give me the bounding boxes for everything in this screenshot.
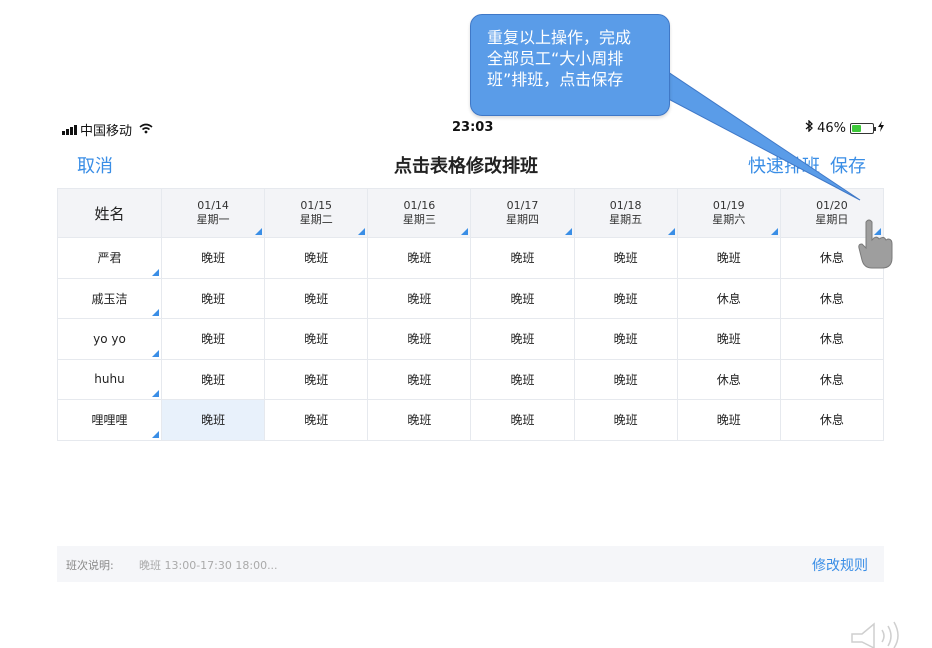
tutorial-callout: 重复以上操作，完成 全部员工“大小周排 班”排班，点击保存 (470, 14, 670, 116)
shift-cell[interactable]: 晚班 (367, 277, 472, 319)
shift-cell[interactable]: 晚班 (367, 237, 472, 279)
shift-cell[interactable]: 晚班 (573, 277, 678, 319)
day-date: 01/18 (609, 199, 642, 212)
shift-cell[interactable]: 晚班 (160, 358, 266, 400)
shift-cell[interactable]: 休息 (779, 277, 885, 319)
edit-rules-link[interactable]: 修改规则 (812, 555, 868, 575)
nav-actions: 快速排班 保存 (748, 152, 866, 178)
shift-cell[interactable]: 晚班 (264, 399, 369, 441)
employee-name-cell[interactable]: yo yo (57, 318, 162, 360)
shift-cell[interactable]: 晚班 (160, 399, 266, 441)
shift-cell[interactable]: 晚班 (264, 237, 369, 279)
day-date: 01/15 (300, 199, 333, 212)
shift-cell[interactable]: 晚班 (470, 237, 575, 279)
status-time: 23:03 (452, 120, 494, 135)
shift-cell[interactable]: 晚班 (264, 318, 369, 360)
speaker-icon (850, 620, 920, 648)
schedule-table: 姓名 01/14 星期一 01/15 星期二 01/16 星期三 01/17 星期四 01/18… (57, 188, 885, 441)
quick-schedule-button[interactable]: 快速排班 (748, 152, 820, 178)
shift-cell[interactable]: 晚班 (573, 399, 678, 441)
day-weekday: 星期三 (402, 213, 436, 226)
shift-cell[interactable]: 晚班 (676, 399, 781, 441)
shift-cell[interactable]: 晚班 (573, 358, 678, 400)
status-left: 中国移动 (62, 120, 153, 139)
table-row: 戚玉洁 晚班 晚班 晚班 晚班 晚班 休息 休息 (57, 277, 885, 319)
name-column-header: 姓名 (57, 188, 162, 238)
day-date: 01/20 (816, 199, 848, 212)
day-date: 01/16 (403, 199, 436, 212)
employee-name-cell[interactable]: huhu (57, 358, 162, 400)
callout-line-1: 重复以上操作，完成 (487, 28, 632, 47)
charging-icon (878, 120, 884, 136)
shift-cell[interactable]: 休息 (779, 318, 885, 360)
shift-cell[interactable]: 晚班 (160, 277, 266, 319)
status-right: 46% (805, 119, 884, 136)
day-column-header[interactable]: 01/15 星期二 (264, 188, 369, 238)
shift-cell[interactable]: 晚班 (367, 399, 472, 441)
save-button[interactable]: 保存 (830, 152, 866, 178)
table-header-row: 姓名 01/14 星期一 01/15 星期二 01/16 星期三 01/17 星期四 01/18… (57, 188, 885, 238)
table-row: 哩哩哩 晚班 晚班 晚班 晚班 晚班 晚班 休息 (57, 399, 885, 441)
battery-percent: 46% (817, 120, 846, 136)
shift-cell[interactable]: 晚班 (676, 237, 781, 279)
shift-cell[interactable]: 休息 (779, 399, 885, 441)
shift-cell[interactable]: 晚班 (367, 318, 472, 360)
day-column-header[interactable]: 01/18 星期五 (573, 188, 678, 238)
wifi-icon (139, 123, 153, 137)
shift-cell[interactable]: 晚班 (160, 318, 266, 360)
day-column-header[interactable]: 01/16 星期三 (367, 188, 472, 238)
shift-info-description: 晚班 13:00-17:30 18:00... (139, 559, 278, 572)
day-weekday: 星期五 (609, 213, 643, 226)
battery-icon (850, 122, 876, 134)
table-row: 严君 晚班 晚班 晚班 晚班 晚班 晚班 休息 (57, 237, 885, 279)
carrier-label: 中国移动 (80, 124, 133, 139)
shift-cell[interactable]: 晚班 (470, 358, 575, 400)
day-weekday: 星期六 (712, 213, 746, 226)
day-column-header[interactable]: 01/14 星期一 (160, 188, 266, 238)
shift-cell[interactable]: 晚班 (264, 358, 369, 400)
shift-cell[interactable]: 休息 (779, 358, 885, 400)
shift-info-bar: 班次说明: 晚班 13:00-17:30 18:00... 修改规则 (57, 546, 884, 582)
battery-fill (852, 124, 862, 132)
employee-name-cell[interactable]: 戚玉洁 (57, 277, 162, 319)
table-body: 严君 晚班 晚班 晚班 晚班 晚班 晚班 休息 戚玉洁 晚班 晚班 晚班 晚班 晚班 休息 休息 yo yo 晚班… (57, 237, 885, 441)
status-bar: 中国移动 23:03 46% (62, 118, 884, 139)
shift-cell[interactable]: 休息 (676, 358, 781, 400)
employee-name-cell[interactable]: 严君 (57, 237, 162, 279)
shift-cell[interactable]: 晚班 (573, 237, 678, 279)
shift-info-label: 班次说明: (66, 559, 114, 572)
callout-line-2: 全部员工“大小周排 (487, 49, 624, 68)
shift-cell[interactable]: 晚班 (573, 318, 678, 360)
day-column-header[interactable]: 01/19 星期六 (676, 188, 781, 238)
day-date: 01/19 (712, 199, 745, 212)
day-date: 01/14 (197, 199, 229, 212)
table-row: yo yo 晚班 晚班 晚班 晚班 晚班 晚班 休息 (57, 318, 885, 360)
day-weekday: 星期二 (299, 213, 333, 226)
signal-icon (62, 124, 77, 135)
bluetooth-icon (805, 119, 814, 136)
cancel-button[interactable]: 取消 (77, 152, 113, 178)
shift-cell[interactable]: 晚班 (470, 318, 575, 360)
employee-name-cell[interactable]: 哩哩哩 (57, 399, 162, 441)
shift-cell[interactable]: 晚班 (367, 358, 472, 400)
day-weekday: 星期一 (196, 213, 230, 226)
day-date: 01/17 (506, 199, 539, 212)
shift-cell[interactable]: 晚班 (676, 318, 781, 360)
hand-pointer-icon (858, 218, 894, 274)
callout-line-3: 班”排班，点击保存 (487, 70, 624, 89)
day-column-header[interactable]: 01/17 星期四 (470, 188, 575, 238)
day-weekday: 星期四 (505, 213, 539, 226)
shift-cell[interactable]: 晚班 (470, 399, 575, 441)
shift-cell[interactable]: 休息 (676, 277, 781, 319)
shift-cell[interactable]: 晚班 (264, 277, 369, 319)
shift-cell[interactable]: 晚班 (160, 237, 266, 279)
shift-cell[interactable]: 晚班 (470, 277, 575, 319)
table-row: huhu 晚班 晚班 晚班 晚班 晚班 休息 休息 (57, 358, 885, 400)
